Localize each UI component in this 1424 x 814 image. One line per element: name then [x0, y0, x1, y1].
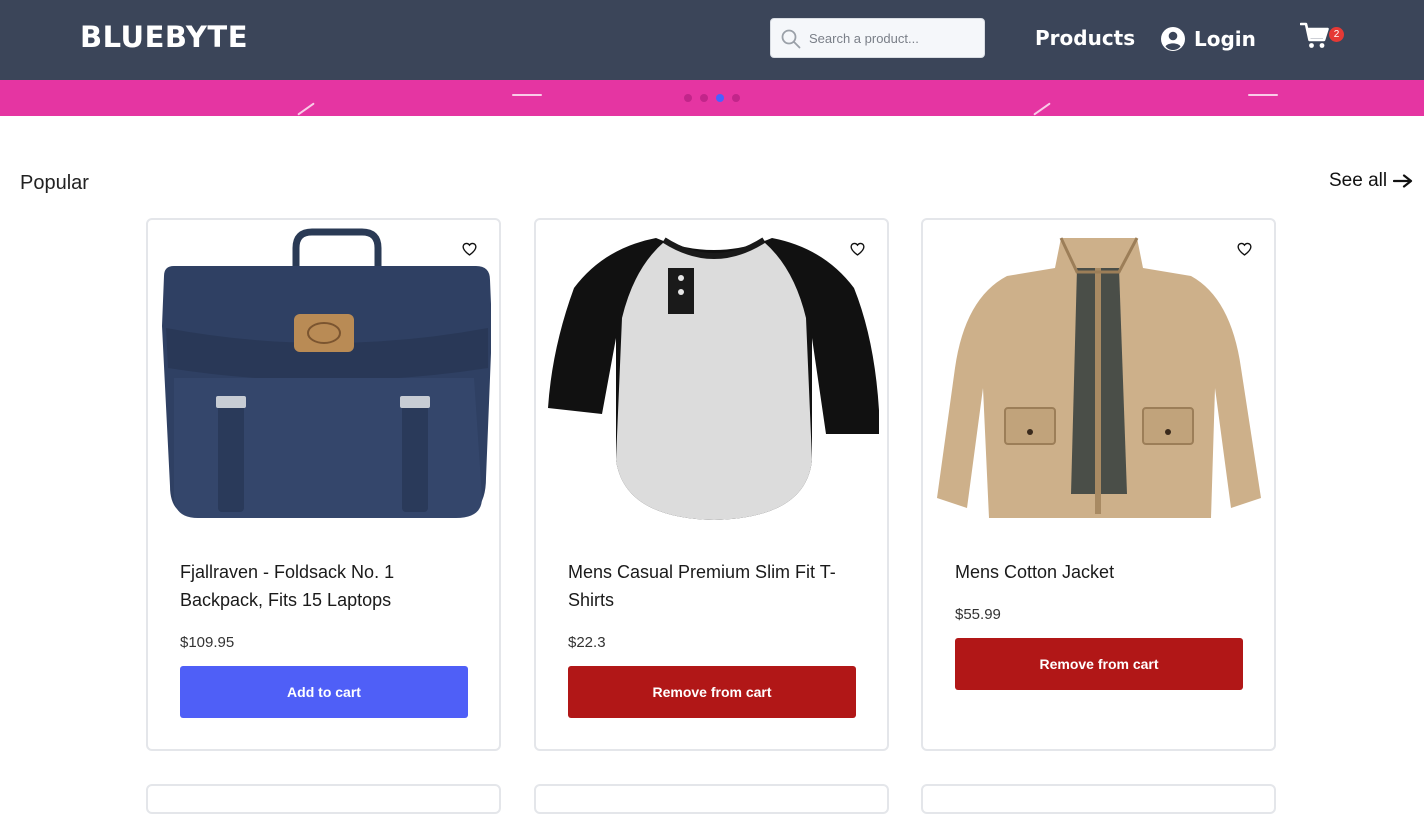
remove-from-cart-button[interactable]: Remove from cart [568, 666, 856, 718]
search-icon [781, 29, 801, 49]
top-header: BLUEBYTE Products Login 2 [0, 0, 1424, 80]
brand-logo[interactable]: BLUEBYTE [80, 20, 248, 54]
arrow-right-icon [1393, 174, 1413, 188]
product-price: $22.3 [568, 634, 606, 651]
shopping-cart-icon [1299, 22, 1329, 48]
see-all-link[interactable]: See all [1329, 170, 1413, 192]
banner-streak [1033, 102, 1051, 116]
product-card: Mens Cotton Jacket $55.99 Remove from ca… [921, 218, 1276, 751]
search-input[interactable] [809, 19, 979, 57]
carousel-dots [684, 94, 740, 102]
product-price: $55.99 [955, 606, 1001, 623]
nav-login-link[interactable]: Login [1160, 25, 1256, 53]
banner-streak [512, 94, 542, 96]
user-circle-icon [1161, 27, 1185, 51]
product-card [534, 784, 889, 814]
carousel-dot-active[interactable] [716, 94, 724, 102]
product-card [146, 784, 501, 814]
product-price: $109.95 [180, 634, 235, 651]
carousel-dot[interactable] [684, 94, 692, 102]
backpack-product-image[interactable] [156, 228, 491, 528]
banner-streak [1248, 94, 1278, 96]
cart-button[interactable]: 2 [1299, 22, 1346, 52]
tshirt-product-image[interactable] [544, 228, 879, 528]
add-to-cart-button[interactable]: Add to cart [180, 666, 468, 718]
heart-icon[interactable] [850, 242, 865, 256]
product-title[interactable]: Mens Casual Premium Slim Fit T-Shirts [568, 558, 858, 614]
product-card: Mens Casual Premium Slim Fit T-Shirts $2… [534, 218, 889, 751]
heart-icon[interactable] [462, 242, 477, 256]
remove-from-cart-button[interactable]: Remove from cart [955, 638, 1243, 690]
see-all-label: See all [1329, 170, 1388, 191]
product-card [921, 784, 1276, 814]
cart-count-badge: 2 [1329, 27, 1344, 42]
carousel-dot[interactable] [732, 94, 740, 102]
heart-icon[interactable] [1237, 242, 1252, 256]
nav-products-link[interactable]: Products [1035, 26, 1135, 50]
section-title: Popular [20, 172, 89, 194]
product-card: Fjallraven - Foldsack No. 1 Backpack, Fi… [146, 218, 501, 751]
carousel-dot[interactable] [700, 94, 708, 102]
banner-streak [297, 102, 315, 116]
jacket-product-image[interactable] [931, 228, 1266, 528]
product-title[interactable]: Mens Cotton Jacket [955, 558, 1245, 586]
search-box[interactable] [770, 18, 985, 58]
login-label: Login [1194, 27, 1256, 51]
product-title[interactable]: Fjallraven - Foldsack No. 1 Backpack, Fi… [180, 558, 470, 614]
